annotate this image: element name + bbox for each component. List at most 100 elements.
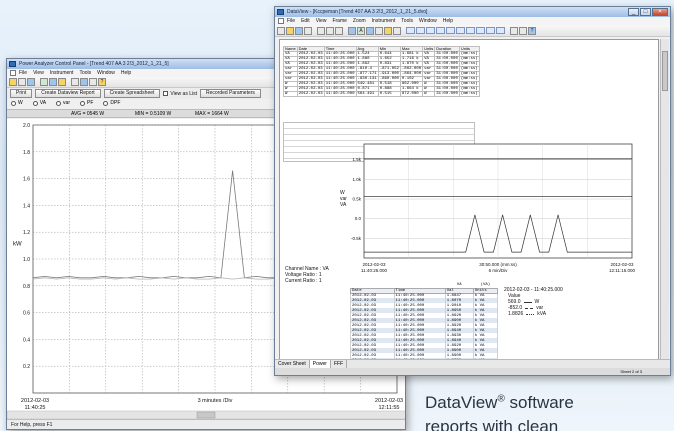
frame-tool-icon[interactable] — [446, 27, 455, 34]
app-icon — [9, 61, 16, 67]
instrument-icon[interactable] — [40, 78, 48, 86]
dataview-app-icon — [277, 9, 284, 15]
data-table: VA (VA) Date Time Val Units 2012-02-03 11… — [350, 283, 499, 368]
menu-file[interactable]: File — [19, 69, 27, 77]
frame-tool-icon[interactable] — [476, 27, 485, 34]
menu-instrument[interactable]: Instrument — [50, 69, 74, 77]
x-tick-label: 6 min/Div — [489, 268, 509, 273]
legend-swatch — [525, 307, 534, 309]
scrollbar-thumb[interactable] — [662, 51, 668, 91]
data-row: 2012-02-0311:40:25.0001.8920k VA — [350, 313, 499, 318]
frame-tool-icon[interactable] — [406, 27, 415, 34]
pointer-icon[interactable] — [348, 26, 356, 35]
create-dataview-report-button[interactable]: Create Dataview Report — [35, 89, 101, 98]
menu-tools[interactable]: Tools — [401, 17, 413, 25]
summary-table: Name Date Time Avg Min Max Units Duratio… — [283, 46, 480, 97]
print-icon[interactable] — [304, 26, 312, 35]
data-row: 2012-02-03 11:40:25.000 1.8900 k VA — [350, 318, 499, 323]
minimize-button[interactable]: _ — [628, 8, 639, 16]
report-icon[interactable] — [58, 78, 66, 86]
image-tool-icon[interactable] — [384, 26, 392, 35]
legend-swatch — [526, 313, 535, 315]
summary-cell: -871.052 — [377, 66, 401, 72]
menu-edit[interactable]: Edit — [301, 17, 310, 25]
vertical-scrollbar[interactable] — [660, 39, 669, 361]
frame-tool-icon[interactable] — [466, 27, 475, 34]
radio-va[interactable]: VA — [32, 99, 47, 108]
frame-tool-icon[interactable] — [426, 27, 435, 34]
radio-w[interactable]: W — [11, 99, 23, 108]
left-window-title: Power Analyzer Control Panel - [Trend 40… — [19, 61, 169, 67]
chart-icon[interactable] — [71, 78, 79, 86]
create-spreadsheet-button[interactable]: Create Spreadsheet — [103, 89, 161, 98]
line-tool-icon[interactable] — [393, 26, 401, 35]
summary-cell: -877.171 — [355, 71, 379, 77]
frame-tool-icon[interactable] — [456, 27, 465, 34]
text-tool-icon[interactable]: A — [357, 26, 365, 35]
view-as-list-checkbox[interactable]: View as List — [163, 89, 197, 98]
y-tick-label: 1.0 — [23, 257, 30, 263]
help-icon[interactable]: ? — [528, 26, 536, 35]
frame-tool-icon[interactable] — [486, 27, 495, 34]
maximize-button[interactable]: □ — [640, 8, 651, 16]
left-statusbar: For Help, press F1 — [7, 419, 405, 429]
x-tick-label: 11:40:25.000 — [361, 268, 387, 273]
radio-var[interactable]: var — [56, 99, 70, 108]
menu-window[interactable]: Window — [97, 69, 115, 77]
current-ratio: Current Ratio : 1 — [285, 278, 322, 284]
window-controls: _ □ × — [628, 8, 668, 16]
menu-window[interactable]: Window — [419, 17, 437, 25]
checkbox-box[interactable] — [163, 91, 169, 96]
list-icon[interactable] — [80, 78, 88, 86]
settings-icon[interactable] — [89, 78, 97, 86]
menu-frame[interactable]: Frame — [332, 17, 346, 25]
summary-cell: 2012-02-03 — [296, 61, 325, 67]
open-icon[interactable] — [9, 78, 17, 86]
new-icon[interactable] — [277, 26, 285, 35]
y-axis-label: kW — [13, 242, 22, 248]
print-icon[interactable] — [18, 78, 26, 86]
open-icon[interactable] — [286, 26, 294, 35]
document-icon — [10, 70, 16, 76]
copy-icon[interactable] — [326, 26, 334, 35]
frame-tool-icon[interactable] — [436, 27, 445, 34]
summary-cell: 31:00.000 — [434, 61, 460, 67]
frame-tool-icon[interactable] — [416, 27, 425, 34]
radio-dpf[interactable]: DPF — [103, 99, 120, 108]
recorded-parameters-button[interactable]: Recorded Parameters — [200, 89, 261, 98]
radio-va-label: VA — [39, 100, 47, 106]
cut-icon[interactable] — [317, 26, 325, 35]
menu-help[interactable]: Help — [121, 69, 131, 77]
graph-tool-icon[interactable] — [366, 26, 374, 35]
menu-view[interactable]: View — [316, 17, 327, 25]
summary-cell: 11:40:25.000 — [323, 56, 357, 62]
document-icon — [278, 18, 284, 24]
table-tool-icon[interactable] — [375, 26, 383, 35]
menu-instrument[interactable]: Instrument — [372, 17, 396, 25]
connect-icon[interactable] — [27, 78, 35, 86]
tab-power[interactable]: Power — [309, 360, 331, 368]
save-icon[interactable] — [295, 26, 303, 35]
zoom-out-icon[interactable] — [519, 26, 527, 35]
help-icon[interactable]: ? — [98, 78, 106, 86]
menu-zoom[interactable]: Zoom — [353, 17, 366, 25]
menu-help[interactable]: Help — [443, 17, 453, 25]
download-icon[interactable] — [49, 78, 57, 86]
paste-icon[interactable] — [335, 26, 343, 35]
menu-file[interactable]: File — [287, 17, 295, 25]
summary-cell: 11:40:25.000 — [323, 91, 357, 97]
menu-view[interactable]: View — [33, 69, 44, 77]
radio-pf[interactable]: PF — [80, 99, 93, 108]
summary-cell: 11:40:25.000 — [323, 71, 357, 77]
tab-cover-sheet[interactable]: Cover Sheet — [275, 360, 310, 368]
frame-tool-icon[interactable] — [496, 27, 505, 34]
menu-tools[interactable]: Tools — [79, 69, 91, 77]
summary-cell: 31:00.000 — [434, 81, 460, 87]
data-row: 2012-02-03 11:40:25.000 1.8950 k VA — [350, 308, 499, 313]
close-button[interactable]: × — [652, 8, 668, 16]
data-row: 2012-02-03 11:40:25.000 1.8070 k VA — [350, 298, 499, 303]
right-window-titlebar[interactable]: DataView - [Kccpeman [Trend 407 AA 3 2!3… — [275, 7, 670, 17]
zoom-in-icon[interactable] — [510, 26, 518, 35]
print-button[interactable]: Print — [10, 89, 33, 98]
tab-fff[interactable]: FFF — [331, 360, 348, 368]
